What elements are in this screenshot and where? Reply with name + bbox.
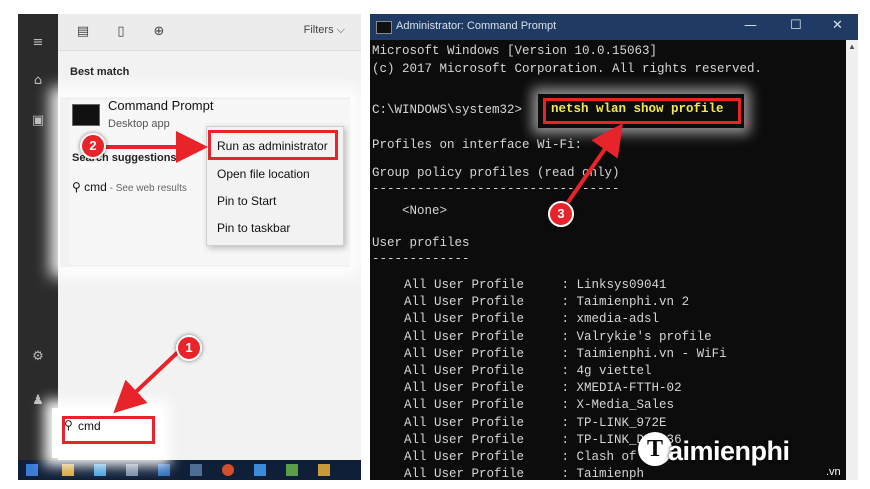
- annotation-arrows: [100, 123, 623, 414]
- watermark-suffix: .vn: [826, 466, 841, 478]
- arrow-1: [113, 350, 180, 414]
- arrow-3: [564, 123, 623, 207]
- step-badge-2: 2: [80, 133, 106, 159]
- step-badge-3: 3: [548, 201, 574, 227]
- watermark-logo: T: [638, 432, 672, 466]
- step-badge-1: 1: [176, 335, 202, 361]
- watermark-text: aimienphi: [668, 436, 790, 466]
